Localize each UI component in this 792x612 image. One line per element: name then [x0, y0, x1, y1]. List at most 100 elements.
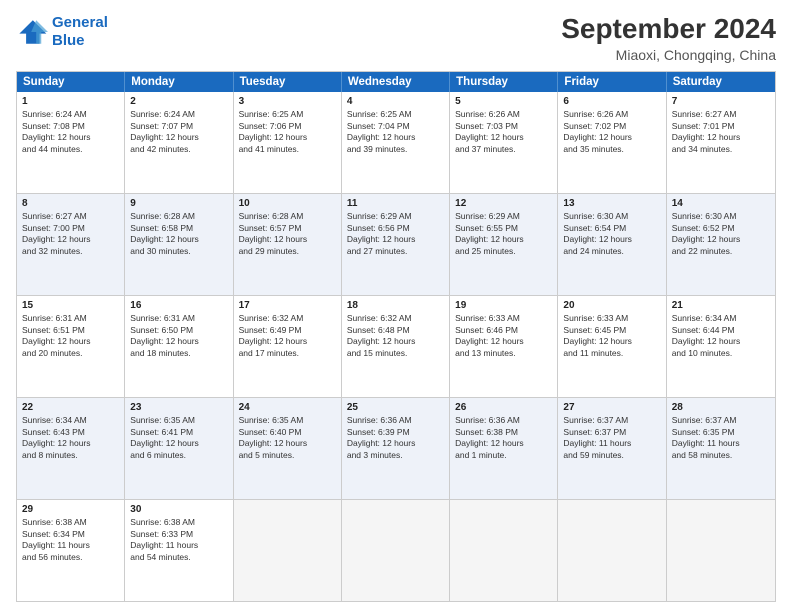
calendar-cell: 23 Sunrise: 6:35 AM Sunset: 6:41 PM Dayl…	[125, 398, 233, 499]
daylight-minutes: and 29 minutes.	[239, 246, 299, 256]
daylight-label: Daylight: 11 hours	[563, 438, 631, 448]
day-number: 30	[130, 503, 227, 517]
sunset-label: Sunset: 6:56 PM	[347, 223, 410, 233]
calendar-cell: 1 Sunrise: 6:24 AM Sunset: 7:08 PM Dayli…	[17, 92, 125, 193]
daylight-minutes: and 22 minutes.	[672, 246, 732, 256]
col-monday: Monday	[125, 72, 233, 92]
daylight-label: Daylight: 12 hours	[347, 336, 416, 346]
title-block: September 2024 Miaoxi, Chongqing, China	[561, 14, 776, 63]
day-number: 29	[22, 503, 119, 517]
calendar-cell: 13 Sunrise: 6:30 AM Sunset: 6:54 PM Dayl…	[558, 194, 666, 295]
daylight-label: Daylight: 12 hours	[22, 234, 91, 244]
calendar-week-4: 22 Sunrise: 6:34 AM Sunset: 6:43 PM Dayl…	[17, 398, 775, 500]
daylight-minutes: and 56 minutes.	[22, 552, 82, 562]
daylight-label: Daylight: 12 hours	[563, 234, 632, 244]
calendar-header: Sunday Monday Tuesday Wednesday Thursday…	[17, 72, 775, 92]
page: General Blue September 2024 Miaoxi, Chon…	[0, 0, 792, 612]
daylight-label: Daylight: 12 hours	[239, 438, 308, 448]
sunset-label: Sunset: 7:07 PM	[130, 121, 193, 131]
sunset-label: Sunset: 6:58 PM	[130, 223, 193, 233]
daylight-minutes: and 6 minutes.	[130, 450, 186, 460]
daylight-minutes: and 58 minutes.	[672, 450, 732, 460]
sunrise-label: Sunrise: 6:30 AM	[672, 211, 737, 221]
day-number: 7	[672, 95, 770, 109]
day-number: 20	[563, 299, 660, 313]
daylight-minutes: and 3 minutes.	[347, 450, 403, 460]
day-number: 21	[672, 299, 770, 313]
calendar-cell	[667, 500, 775, 601]
sunrise-label: Sunrise: 6:27 AM	[672, 109, 737, 119]
day-number: 25	[347, 401, 444, 415]
calendar-cell: 10 Sunrise: 6:28 AM Sunset: 6:57 PM Dayl…	[234, 194, 342, 295]
day-number: 23	[130, 401, 227, 415]
daylight-label: Daylight: 12 hours	[22, 438, 91, 448]
logo-text: General Blue	[52, 14, 108, 50]
logo: General Blue	[16, 14, 108, 50]
sunset-label: Sunset: 6:51 PM	[22, 325, 85, 335]
sunset-label: Sunset: 6:50 PM	[130, 325, 193, 335]
daylight-minutes: and 32 minutes.	[22, 246, 82, 256]
calendar-cell: 19 Sunrise: 6:33 AM Sunset: 6:46 PM Dayl…	[450, 296, 558, 397]
sunrise-label: Sunrise: 6:38 AM	[130, 517, 195, 527]
daylight-label: Daylight: 12 hours	[22, 336, 91, 346]
daylight-label: Daylight: 12 hours	[130, 234, 199, 244]
calendar-cell: 7 Sunrise: 6:27 AM Sunset: 7:01 PM Dayli…	[667, 92, 775, 193]
daylight-label: Daylight: 12 hours	[672, 234, 741, 244]
calendar: Sunday Monday Tuesday Wednesday Thursday…	[16, 71, 776, 602]
sunset-label: Sunset: 6:49 PM	[239, 325, 302, 335]
calendar-cell: 21 Sunrise: 6:34 AM Sunset: 6:44 PM Dayl…	[667, 296, 775, 397]
calendar-cell	[234, 500, 342, 601]
col-friday: Friday	[558, 72, 666, 92]
sunrise-label: Sunrise: 6:35 AM	[239, 415, 304, 425]
sunrise-label: Sunrise: 6:25 AM	[347, 109, 412, 119]
daylight-minutes: and 27 minutes.	[347, 246, 407, 256]
day-number: 27	[563, 401, 660, 415]
daylight-minutes: and 13 minutes.	[455, 348, 515, 358]
sunrise-label: Sunrise: 6:38 AM	[22, 517, 87, 527]
calendar-cell: 20 Sunrise: 6:33 AM Sunset: 6:45 PM Dayl…	[558, 296, 666, 397]
day-number: 14	[672, 197, 770, 211]
calendar-cell: 14 Sunrise: 6:30 AM Sunset: 6:52 PM Dayl…	[667, 194, 775, 295]
calendar-week-2: 8 Sunrise: 6:27 AM Sunset: 7:00 PM Dayli…	[17, 194, 775, 296]
sunset-label: Sunset: 6:45 PM	[563, 325, 626, 335]
daylight-minutes: and 35 minutes.	[563, 144, 623, 154]
sunrise-label: Sunrise: 6:32 AM	[239, 313, 304, 323]
header: General Blue September 2024 Miaoxi, Chon…	[16, 14, 776, 63]
day-number: 3	[239, 95, 336, 109]
sunset-label: Sunset: 6:41 PM	[130, 427, 193, 437]
sunrise-label: Sunrise: 6:25 AM	[239, 109, 304, 119]
sunset-label: Sunset: 6:57 PM	[239, 223, 302, 233]
calendar-cell: 28 Sunrise: 6:37 AM Sunset: 6:35 PM Dayl…	[667, 398, 775, 499]
daylight-minutes: and 8 minutes.	[22, 450, 78, 460]
calendar-cell: 17 Sunrise: 6:32 AM Sunset: 6:49 PM Dayl…	[234, 296, 342, 397]
calendar-cell	[450, 500, 558, 601]
daylight-minutes: and 41 minutes.	[239, 144, 299, 154]
calendar-cell: 18 Sunrise: 6:32 AM Sunset: 6:48 PM Dayl…	[342, 296, 450, 397]
calendar-week-1: 1 Sunrise: 6:24 AM Sunset: 7:08 PM Dayli…	[17, 92, 775, 194]
daylight-label: Daylight: 12 hours	[455, 438, 524, 448]
calendar-cell: 11 Sunrise: 6:29 AM Sunset: 6:56 PM Dayl…	[342, 194, 450, 295]
sunrise-label: Sunrise: 6:31 AM	[22, 313, 87, 323]
daylight-minutes: and 20 minutes.	[22, 348, 82, 358]
calendar-cell: 2 Sunrise: 6:24 AM Sunset: 7:07 PM Dayli…	[125, 92, 233, 193]
daylight-label: Daylight: 12 hours	[130, 336, 199, 346]
sunrise-label: Sunrise: 6:37 AM	[563, 415, 628, 425]
day-number: 18	[347, 299, 444, 313]
calendar-cell: 25 Sunrise: 6:36 AM Sunset: 6:39 PM Dayl…	[342, 398, 450, 499]
sunrise-label: Sunrise: 6:27 AM	[22, 211, 87, 221]
calendar-cell: 16 Sunrise: 6:31 AM Sunset: 6:50 PM Dayl…	[125, 296, 233, 397]
daylight-label: Daylight: 12 hours	[563, 336, 632, 346]
daylight-minutes: and 25 minutes.	[455, 246, 515, 256]
col-sunday: Sunday	[17, 72, 125, 92]
sunrise-label: Sunrise: 6:34 AM	[672, 313, 737, 323]
day-number: 12	[455, 197, 552, 211]
sunrise-label: Sunrise: 6:24 AM	[22, 109, 87, 119]
daylight-minutes: and 10 minutes.	[672, 348, 732, 358]
daylight-label: Daylight: 12 hours	[239, 336, 308, 346]
day-number: 8	[22, 197, 119, 211]
calendar-cell	[342, 500, 450, 601]
day-number: 22	[22, 401, 119, 415]
daylight-minutes: and 54 minutes.	[130, 552, 190, 562]
day-number: 17	[239, 299, 336, 313]
sunset-label: Sunset: 7:04 PM	[347, 121, 410, 131]
